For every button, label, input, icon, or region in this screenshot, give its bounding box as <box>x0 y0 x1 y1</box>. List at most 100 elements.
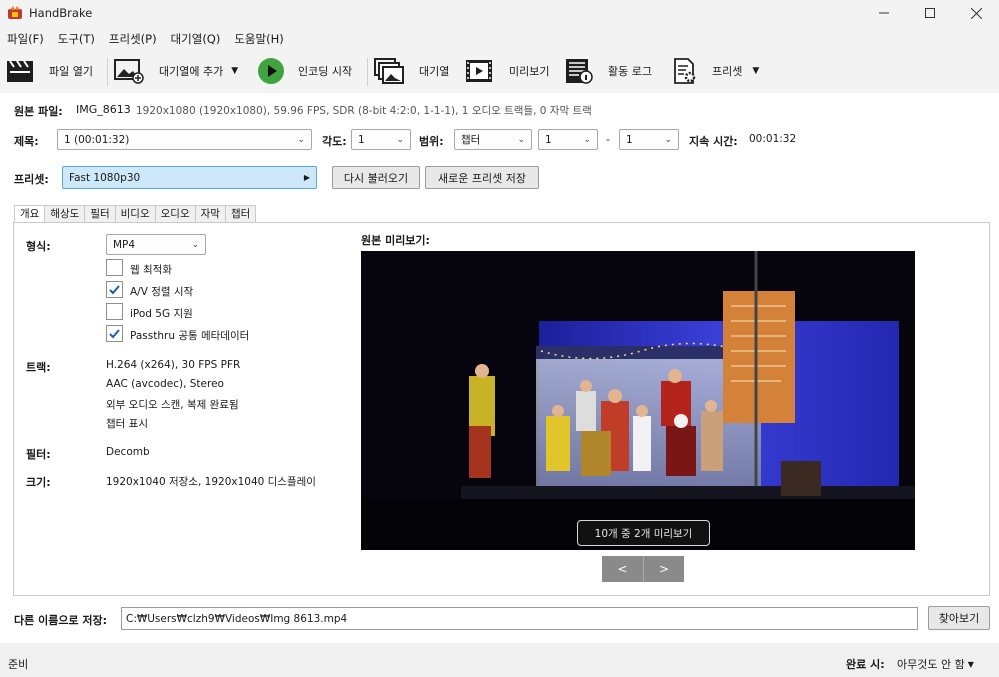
passthru-metadata-checkbox[interactable] <box>106 325 123 342</box>
checkmark-icon <box>109 329 120 339</box>
title-label: 제목: <box>14 135 39 148</box>
duration-label: 지속 시간: <box>689 135 738 148</box>
menu-queue[interactable]: 대기열(Q) <box>164 28 228 50</box>
preview-prev-button[interactable]: < <box>602 556 643 582</box>
start-encode-button[interactable]: 인코딩 시작 <box>256 56 352 86</box>
filters-label: 필터: <box>26 448 51 461</box>
preview-image <box>361 251 915 550</box>
presets-label: 프리셋 <box>712 65 743 78</box>
menu-help[interactable]: 도움말(H) <box>227 28 290 50</box>
source-label: 원본 파일: <box>14 105 63 118</box>
size-label: 크기: <box>26 476 51 489</box>
range-start-select[interactable]: 1 ⌄ <box>538 129 598 150</box>
chevron-down-icon: ⌄ <box>396 134 404 145</box>
handbrake-logo-icon <box>7 5 23 21</box>
web-optimized-label: 웹 최적화 <box>130 264 172 276</box>
preview-button[interactable]: 미리보기 <box>464 56 549 86</box>
track-audio: AAC (avcodec), Stereo <box>106 378 224 390</box>
play-icon <box>256 57 286 85</box>
duration-value: 00:01:32 <box>749 133 797 145</box>
preset-label: 프리셋: <box>14 173 49 186</box>
queue-stack-icon <box>374 57 404 85</box>
window-title: HandBrake <box>29 6 93 20</box>
toolbar-divider <box>107 58 108 86</box>
chevron-down-icon: ⌄ <box>583 134 591 145</box>
chevron-down-icon[interactable]: ▼ <box>752 66 759 76</box>
ipod-5g-label: iPod 5G 지원 <box>130 308 193 320</box>
chevron-down-icon: ⌄ <box>664 134 672 145</box>
track-audio-scan: 외부 오디오 스캔, 복제 완료됨 <box>106 399 239 411</box>
activity-log-button[interactable]: 활동 로그 <box>564 56 652 86</box>
format-value: MP4 <box>113 238 136 251</box>
tab-audio[interactable]: 오디오 <box>154 205 196 223</box>
range-start-value: 1 <box>545 133 552 146</box>
preview-next-button[interactable]: > <box>643 556 684 582</box>
browse-button[interactable]: 찾아보기 <box>928 606 990 630</box>
align-av-label: A/V 정렬 시작 <box>130 286 194 298</box>
range-separator: - <box>606 133 610 146</box>
menu-presets[interactable]: 프리셋(P) <box>102 28 164 50</box>
menu-file[interactable]: 파일(F) <box>0 28 51 50</box>
angle-label: 각도: <box>322 135 347 148</box>
save-as-label: 다른 이름으로 저장: <box>14 614 108 627</box>
tab-subtitles[interactable]: 자막 <box>194 205 226 223</box>
range-end-select[interactable]: 1 ⌄ <box>619 129 679 150</box>
save-new-preset-button[interactable]: 새로운 프리셋 저장 <box>425 166 539 189</box>
title-select[interactable]: 1 (00:01:32) ⌄ <box>57 129 312 150</box>
queue-label: 대기열 <box>419 65 450 78</box>
destination-path-input[interactable]: C:₩Users₩clzh9₩Videos₩Img 8613.mp4 <box>121 607 918 630</box>
open-source-button[interactable]: 파일 열기 <box>5 56 93 86</box>
maximize-button[interactable] <box>907 0 953 26</box>
tab-chapters[interactable]: 챕터 <box>224 205 257 223</box>
chevron-down-icon: ⌄ <box>191 239 199 250</box>
track-chapters: 챕터 표시 <box>106 418 148 430</box>
tab-dimensions[interactable]: 해상도 <box>44 205 86 223</box>
open-source-label: 파일 열기 <box>49 65 93 78</box>
passthru-metadata-label: Passthru 공통 메타데이터 <box>130 330 250 342</box>
source-name: IMG_8613 <box>76 103 131 116</box>
align-av-checkbox[interactable] <box>106 281 123 298</box>
add-to-queue-button[interactable]: 대기열에 추가 ▼ <box>114 56 238 86</box>
tab-video[interactable]: 비디오 <box>114 205 156 223</box>
range-type-value: 챕터 <box>461 134 481 146</box>
source-info: 1920x1080 (1920x1080), 59.96 FPS, SDR (8… <box>136 105 592 117</box>
preview-counter: 10개 중 2개 미리보기 <box>577 520 710 546</box>
presets-button[interactable]: 프리셋 ▼ <box>670 56 759 86</box>
range-type-select[interactable]: 챕터 ⌄ <box>454 129 532 150</box>
angle-select-value: 1 <box>358 133 365 146</box>
range-end-value: 1 <box>626 133 633 146</box>
menu-tools[interactable]: 도구(T) <box>51 28 102 50</box>
format-label: 형식: <box>26 240 51 253</box>
add-to-queue-label: 대기열에 추가 <box>159 65 224 78</box>
range-label: 범위: <box>419 135 444 148</box>
queue-button[interactable]: 대기열 <box>374 56 449 86</box>
status-text: 준비 <box>8 658 29 671</box>
filters-value: Decomb <box>106 446 150 458</box>
toolbar-divider <box>367 58 368 86</box>
preset-selector[interactable]: Fast 1080p30 ▶ <box>62 166 317 189</box>
chevron-down-icon[interactable]: ▼ <box>231 66 238 76</box>
when-done-label: 완료 시: <box>846 658 885 671</box>
format-select[interactable]: MP4 ⌄ <box>106 234 206 255</box>
add-image-icon <box>114 57 144 85</box>
web-optimized-checkbox[interactable] <box>106 259 123 276</box>
checkmark-icon <box>109 285 120 295</box>
chevron-down-icon: ⌄ <box>517 134 525 145</box>
preview-label: 원본 미리보기: <box>361 234 430 247</box>
when-done-dropdown[interactable]: 아무것도 안 함 ▼ <box>897 656 974 672</box>
chevron-right-icon: ▶ <box>303 173 310 182</box>
title-select-value: 1 (00:01:32) <box>64 133 130 146</box>
tab-filters[interactable]: 필터 <box>84 205 116 223</box>
track-video: H.264 (x264), 30 FPS PFR <box>106 359 241 371</box>
size-value: 1920x1040 저장소, 1920x1040 디스플레이 <box>106 476 316 488</box>
ipod-5g-checkbox[interactable] <box>106 303 123 320</box>
reload-preset-button[interactable]: 다시 불러오기 <box>332 166 420 189</box>
preview-label: 미리보기 <box>509 65 550 78</box>
activity-log-icon <box>564 57 594 85</box>
preset-value: Fast 1080p30 <box>69 171 141 184</box>
angle-select[interactable]: 1 ⌄ <box>351 129 411 150</box>
minimize-button[interactable] <box>861 0 907 26</box>
film-play-icon <box>464 57 494 85</box>
clapperboard-icon <box>5 57 35 85</box>
close-button[interactable] <box>953 0 999 26</box>
